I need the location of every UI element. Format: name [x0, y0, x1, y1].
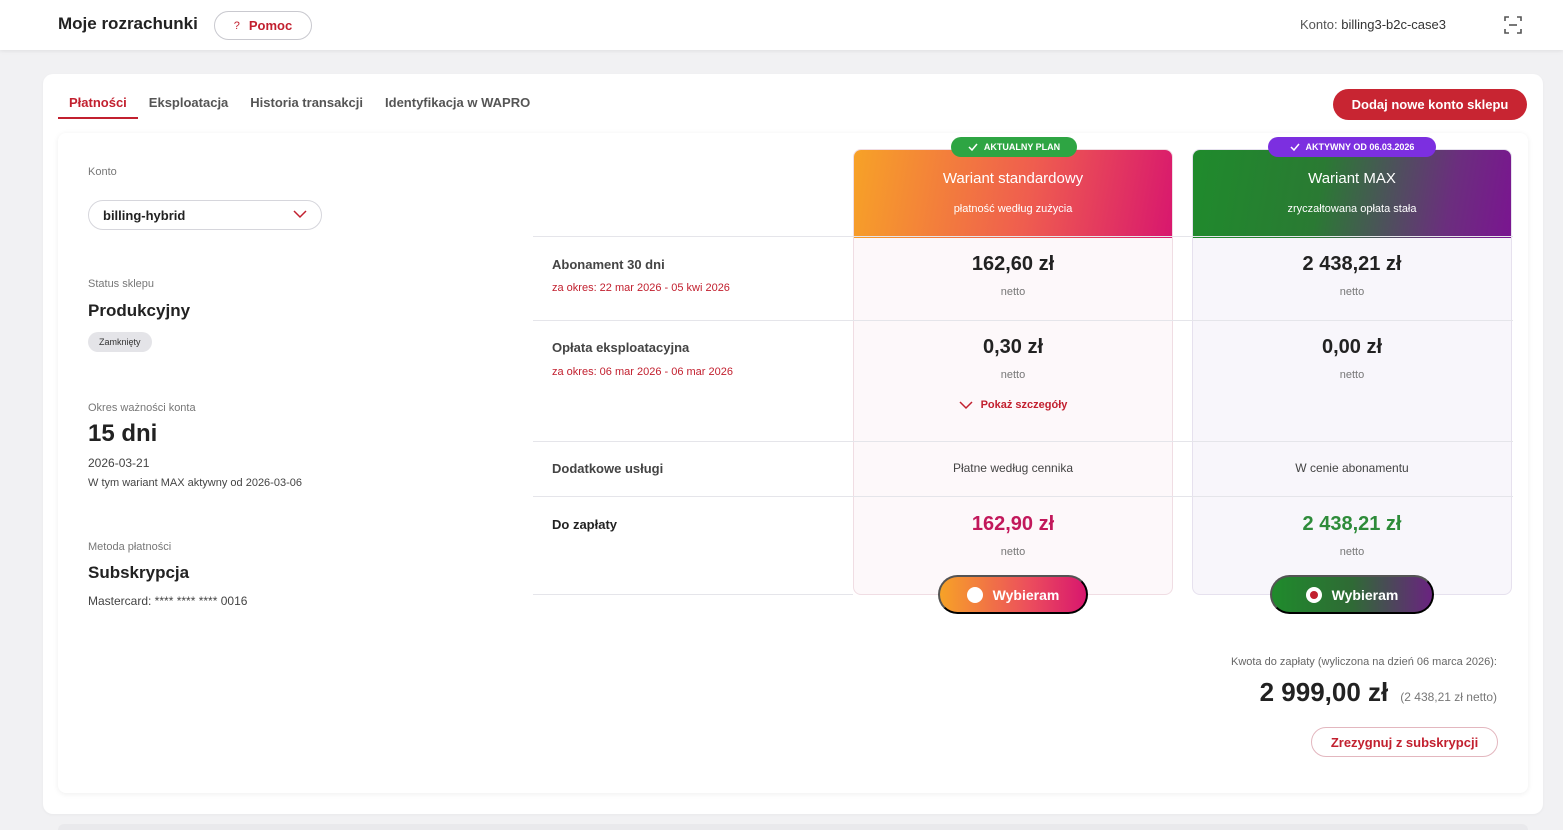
plan-standard-header: Wariant standardowy płatność według zuży… — [854, 150, 1172, 238]
standard-total-price: 162,90 zł — [971, 513, 1055, 535]
standard-total-netto: netto — [1000, 546, 1026, 558]
tab-bar: Płatności Eksploatacja Historia transakc… — [58, 85, 541, 119]
payment-method-label: Metoda płatności — [88, 541, 172, 553]
plan-max-subtitle: zryczałtowana opłata stała — [1287, 203, 1417, 215]
max-subscription-price: 2 438,21 zł — [1302, 253, 1402, 275]
row-divider — [533, 236, 1513, 237]
standard-operation-price: 0,30 zł — [982, 336, 1044, 358]
add-shop-account-button[interactable]: Dodaj nowe konto sklepu — [1333, 89, 1527, 120]
validity-date: 2026-03-21 — [88, 456, 150, 470]
status-value: Produkcyjny — [88, 301, 191, 320]
active-from-badge: AKTYWNY OD 06.03.2026 — [1268, 137, 1436, 157]
max-total-price: 2 438,21 zł — [1302, 513, 1402, 535]
tab-payments[interactable]: Płatności — [58, 85, 138, 119]
validity-note: W tym wariant MAX aktywny od 2026-03-06 — [88, 477, 302, 489]
check-icon — [1290, 143, 1300, 151]
choose-max-button[interactable]: Wybieram — [1270, 575, 1434, 614]
validity-label: Okres ważności konta — [88, 402, 196, 414]
choose-standard-label: Wybieram — [992, 586, 1060, 603]
amount-due-label: Kwota do zapłaty (wyliczona na dzień 06 … — [1231, 656, 1497, 668]
standard-operation-netto: netto — [1000, 369, 1026, 381]
account-select[interactable]: billing-hybrid — [88, 200, 322, 230]
current-plan-badge: AKTUALNY PLAN — [951, 137, 1077, 157]
standard-extra-services: Płatne według cennika — [952, 461, 1074, 475]
subscription-period: za okres: 22 mar 2026 - 05 kwi 2026 — [552, 282, 730, 294]
account-label: Konto: — [1300, 17, 1338, 32]
question-icon: ? — [233, 19, 240, 32]
status-badge: Zamknięty — [88, 332, 152, 352]
account-select-label: Konto — [88, 166, 117, 178]
payment-method-value: Subskrypcja — [88, 563, 190, 582]
max-extra-services: W cenie abonamentu — [1295, 461, 1409, 475]
current-plan-badge-label: AKTUALNY PLAN — [983, 142, 1061, 152]
page-title: Moje rozrachunki — [58, 14, 198, 33]
tab-operation[interactable]: Eksploatacja — [138, 85, 240, 119]
help-button[interactable]: ? Pomoc — [214, 11, 312, 40]
operation-row-label: Opłata eksploatacyjna — [552, 340, 690, 355]
account-indicator: Konto: billing3-b2c-case3 — [1300, 17, 1446, 32]
row-divider — [533, 441, 1513, 442]
help-button-label: Pomoc — [248, 18, 293, 33]
amount-due-netto: (2 438,21 zł netto) — [1400, 690, 1497, 704]
plan-max-header: Wariant MAX zryczałtowana opłata stała — [1193, 150, 1511, 238]
standard-subscription-netto: netto — [1000, 286, 1026, 298]
plan-max-name: Wariant MAX — [1308, 170, 1396, 187]
account-value: billing3-b2c-case3 — [1341, 17, 1446, 32]
cancel-subscription-button[interactable]: Zrezygnuj z subskrypcji — [1311, 727, 1498, 757]
show-details-link[interactable]: Pokaż szczegóły — [853, 399, 1173, 411]
active-from-badge-label: AKTYWNY OD 06.03.2026 — [1305, 142, 1415, 152]
fullscreen-icon[interactable] — [1503, 15, 1523, 35]
chevron-down-icon — [293, 210, 307, 219]
plan-standard-name: Wariant standardowy — [942, 170, 1084, 187]
radio-selected-icon — [1305, 586, 1322, 603]
max-total-netto: netto — [1339, 546, 1365, 558]
total-row-label: Do zapłaty — [552, 517, 618, 532]
row-divider — [533, 496, 1513, 497]
amount-due-row: 2 999,00 zł (2 438,21 zł netto) — [1260, 677, 1497, 708]
tab-transaction-history[interactable]: Historia transakcji — [239, 85, 374, 119]
operation-period: za okres: 06 mar 2026 - 06 mar 2026 — [552, 366, 733, 378]
radio-unselected-icon — [966, 586, 983, 603]
show-details-label: Pokaż szczegóły — [980, 399, 1068, 411]
chevron-down-icon — [959, 400, 973, 409]
max-operation-price: 0,00 zł — [1321, 336, 1383, 358]
plan-standard-subtitle: płatność według zużycia — [953, 203, 1073, 215]
standard-subscription-price: 162,60 zł — [971, 253, 1055, 275]
choose-max-label: Wybieram — [1331, 586, 1399, 603]
tab-wapro-identification[interactable]: Identyfikacja w WAPRO — [374, 85, 541, 119]
row-divider — [533, 594, 853, 595]
max-operation-netto: netto — [1339, 369, 1365, 381]
status-label: Status sklepu — [88, 278, 155, 290]
validity-days: 15 dni — [88, 420, 158, 447]
amount-due-value: 2 999,00 zł — [1259, 677, 1389, 707]
extra-services-row-label: Dodatkowe usługi — [552, 461, 664, 476]
check-icon — [968, 143, 978, 151]
top-bar: Moje rozrachunki ? Pomoc Konto: billing3… — [0, 0, 1563, 50]
row-divider — [533, 320, 1513, 321]
account-select-value: billing-hybrid — [103, 207, 186, 223]
next-section-edge — [58, 824, 1528, 830]
card-number: Mastercard: **** **** **** 0016 — [88, 594, 248, 608]
subscription-row-label: Abonament 30 dni — [552, 257, 665, 272]
choose-standard-button[interactable]: Wybieram — [938, 575, 1088, 614]
max-subscription-netto: netto — [1339, 286, 1365, 298]
